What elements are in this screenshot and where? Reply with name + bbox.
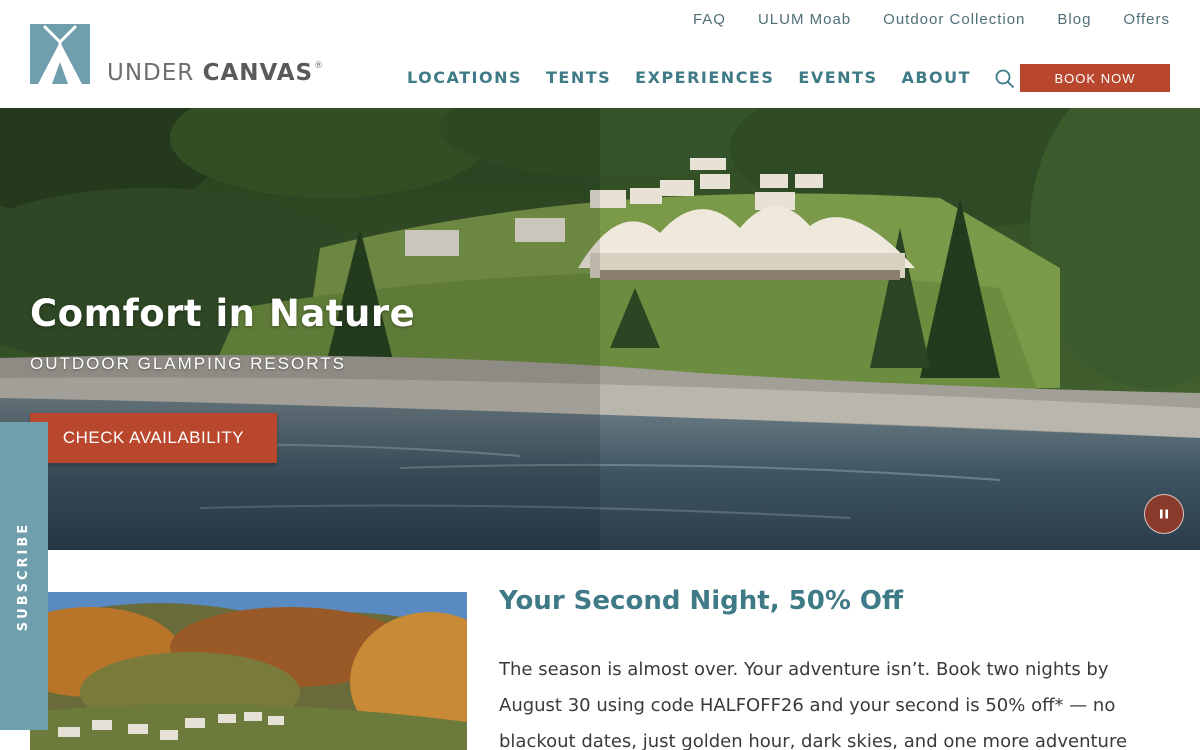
check-availability-button[interactable]: CHECK AVAILABILITY [30, 413, 277, 463]
util-link-ulum-moab[interactable]: ULUM Moab [758, 11, 851, 29]
promo-body: The season is almost over. Your adventur… [499, 659, 1128, 750]
subscribe-tab[interactable]: SUBSCRIBE [0, 422, 48, 730]
autumn-campsite-image [30, 592, 467, 750]
brand-wordmark: UNDER CANVAS® [107, 60, 324, 86]
nav-about[interactable]: ABOUT [901, 69, 971, 87]
hero-subtitle: OUTDOOR GLAMPING RESORTS [30, 354, 346, 373]
registered-mark: ® [314, 61, 325, 71]
nav-events[interactable]: EVENTS [798, 69, 877, 87]
util-link-offers[interactable]: Offers [1123, 11, 1170, 29]
nav-experiences[interactable]: EXPERIENCES [635, 69, 774, 87]
promo-image [30, 592, 467, 750]
hero-banner: Comfort in Nature OUTDOOR GLAMPING RESOR… [0, 108, 1200, 550]
subscribe-label: SUBSCRIBE [16, 521, 32, 631]
util-link-blog[interactable]: Blog [1057, 11, 1091, 29]
utility-nav: FAQ ULUM Moab Outdoor Collection Blog Of… [661, 11, 1170, 29]
util-link-faq[interactable]: FAQ [693, 11, 726, 29]
nav-tents[interactable]: TENTS [546, 69, 611, 87]
brand-logo[interactable]: UNDER CANVAS® [30, 24, 324, 86]
tent-logo-icon [30, 24, 90, 84]
site-header: UNDER CANVAS® FAQ ULUM Moab Outdoor Coll… [0, 0, 1200, 108]
video-pause-button[interactable] [1144, 494, 1184, 534]
nav-locations[interactable]: LOCATIONS [407, 69, 522, 87]
promo-title: Your Second Night, 50% Off [499, 586, 904, 616]
hero-title: Comfort in Nature [30, 292, 416, 335]
util-link-outdoor-collection[interactable]: Outdoor Collection [883, 11, 1025, 29]
brand-name-under: UNDER [107, 60, 203, 86]
book-now-button[interactable]: BOOK NOW [1020, 64, 1170, 92]
pause-icon [1160, 509, 1168, 519]
main-nav: LOCATIONS TENTS EXPERIENCES EVENTS ABOUT [407, 68, 1015, 89]
search-icon[interactable] [995, 69, 1015, 89]
brand-name-canvas: CANVAS [202, 60, 314, 86]
